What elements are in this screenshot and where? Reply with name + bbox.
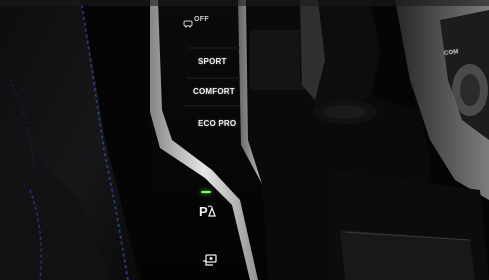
parking-assist-icon[interactable]: P — [199, 204, 217, 223]
comfort-mode-button[interactable]: COMFORT — [193, 87, 235, 96]
sport-mode-button[interactable]: SPORT — [198, 57, 227, 66]
traction-control-icon — [183, 15, 193, 33]
camera-view-icon[interactable] — [201, 253, 219, 272]
off-label: OFF — [194, 16, 209, 23]
console-photo — [0, 0, 489, 280]
car-console-scene: OFF SPORT COMFORT ECO PRO P COM — [0, 0, 489, 280]
status-led — [201, 191, 211, 193]
svg-text:P: P — [199, 204, 208, 218]
eco-pro-mode-button[interactable]: ECO PRO — [198, 119, 236, 128]
